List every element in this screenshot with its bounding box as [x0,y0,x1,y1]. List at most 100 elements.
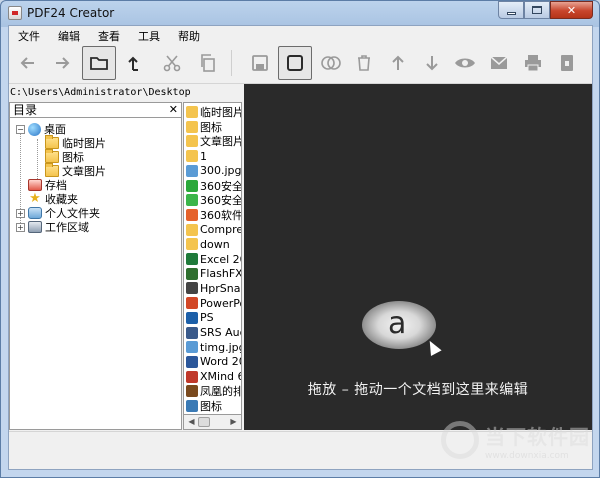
file-icon [186,179,198,192]
drop-zone[interactable]: a 拖放 – 拖动一个文档到这里来编辑 [244,84,592,430]
tree-item-workspace[interactable]: 工作区域 [28,220,89,234]
scroll-thumb[interactable] [198,417,210,427]
file-list-item[interactable]: 360安全卫 [186,179,241,193]
minimize-button[interactable] [498,1,524,19]
tree-close-button[interactable]: ✕ [169,103,178,117]
tree-expander[interactable]: + [16,209,25,218]
file-list-item[interactable]: Excel 20 [186,252,241,266]
file-icon [186,297,198,310]
menu-edit[interactable]: 编辑 [49,26,89,44]
app-window: PDF24 Creator ✕ 文件 编辑 查看 工具 帮助 C:\Users\… [0,0,600,478]
file-list-item[interactable]: Compres [186,223,241,237]
file-list: 临时图片图标文章图片1300.jpg360安全卫360安全浏360软件管Comp… [183,102,242,430]
arrow-left-icon [20,57,34,69]
copy-button[interactable] [191,46,225,80]
scroll-left-icon[interactable]: ◀ [185,416,198,428]
email-button[interactable] [482,46,516,80]
minimize-icon [506,11,516,15]
file-name: down [200,237,230,251]
file-list-item[interactable]: Word 20 [186,355,241,369]
file-list-item[interactable]: PS [186,311,241,325]
move-up-button[interactable] [381,46,415,80]
arrow-up-icon [392,55,404,70]
file-list-item[interactable]: 1 [186,149,241,163]
file-list-scrollbar[interactable]: ◀ ▶ [183,414,242,430]
merge-icon [321,56,341,70]
tree-item-icons[interactable]: 图标 [45,149,84,164]
file-name: Compres [200,223,241,237]
user-folder-icon [28,207,42,219]
tree-expander[interactable]: − [16,125,25,134]
tree-item-personal-folder[interactable]: 个人文件夹 [28,206,100,220]
file-list-item[interactable]: 300.jpg [186,164,242,178]
file-list-item[interactable]: 临时图片 [186,105,241,119]
file-name: HprSnap [200,281,241,295]
window-title: PDF24 Creator [27,6,115,20]
file-name: 1 [200,149,207,163]
file-name: 360安全浏 [200,194,242,208]
square-button[interactable] [278,46,312,80]
file-list-item[interactable]: down [186,237,241,251]
window-controls: ✕ [498,1,593,20]
file-name: 图标 [200,120,222,134]
up-folder-button[interactable] [118,46,152,80]
open-folder-button[interactable] [82,46,116,80]
file-list-item[interactable]: PowerPo [186,296,242,310]
file-icon [186,326,198,339]
file-name: 300.jpg [200,164,242,178]
forward-button[interactable] [45,46,79,80]
toolbar [9,44,592,84]
move-down-button[interactable] [415,46,449,80]
menu-bar: 文件 编辑 查看 工具 帮助 [9,26,592,44]
file-icon [186,223,198,236]
tree-item-article-images[interactable]: 文章图片 [45,163,106,178]
file-icon [186,208,198,221]
tree-item-desktop[interactable]: 桌面 [28,122,66,136]
file-icon [186,120,198,133]
tree-header: 目录 ✕ [10,103,181,118]
workspace-icon [28,221,42,233]
title-bar[interactable]: PDF24 Creator ✕ [1,1,599,25]
menu-help[interactable]: 帮助 [169,26,209,44]
file-list-item[interactable]: 360软件管 [186,208,241,222]
file-list-item[interactable]: 图标 [186,399,241,413]
file-list-item[interactable]: XMind 6 [186,370,241,384]
cut-button[interactable] [155,46,189,80]
file-name: PowerPo [200,296,242,310]
tree-item-favorites[interactable]: ★ 收藏夹 [28,192,78,206]
merge-button[interactable] [314,46,348,80]
menu-file[interactable]: 文件 [9,26,49,44]
email-icon [490,56,508,69]
scroll-right-icon[interactable]: ▶ [227,416,240,428]
close-button[interactable]: ✕ [550,1,593,19]
file-icon [186,164,198,177]
file-list-item[interactable]: 文章图片 [186,134,241,148]
folder-icon [45,135,59,149]
menu-tools[interactable]: 工具 [129,26,169,44]
delete-button[interactable] [347,46,381,80]
arrow-down-icon [426,56,438,71]
print-button[interactable] [516,46,550,80]
save-button[interactable] [243,46,277,80]
file-list-item[interactable]: 凤凰的排 [186,384,241,398]
maximize-button[interactable] [524,1,550,19]
file-list-item[interactable]: 图标 [186,120,241,134]
tree-expander[interactable]: + [16,223,25,232]
menu-view[interactable]: 查看 [89,26,129,44]
archive-icon [28,179,42,191]
file-list-item[interactable]: timg.jpg [186,340,242,354]
file-name: timg.jpg [200,340,242,354]
back-button[interactable] [11,46,45,80]
file-list-item[interactable]: HprSnap [186,281,241,295]
file-list-item[interactable]: FlashFXP [186,267,241,281]
compress-button[interactable] [550,46,584,80]
tree-item-archive[interactable]: 存档 [28,178,67,192]
file-list-item[interactable]: SRS Aud [186,326,241,340]
file-icon [186,311,198,324]
tree-item-label: 工作区域 [45,221,89,234]
preview-button[interactable] [448,46,482,80]
tree-item-temp-images[interactable]: 临时图片 [45,135,106,150]
drop-hint-text: 拖放 – 拖动一个文档到这里来编辑 [307,382,529,398]
file-list-item[interactable]: 360安全浏 [186,193,242,208]
file-icon [186,400,198,412]
